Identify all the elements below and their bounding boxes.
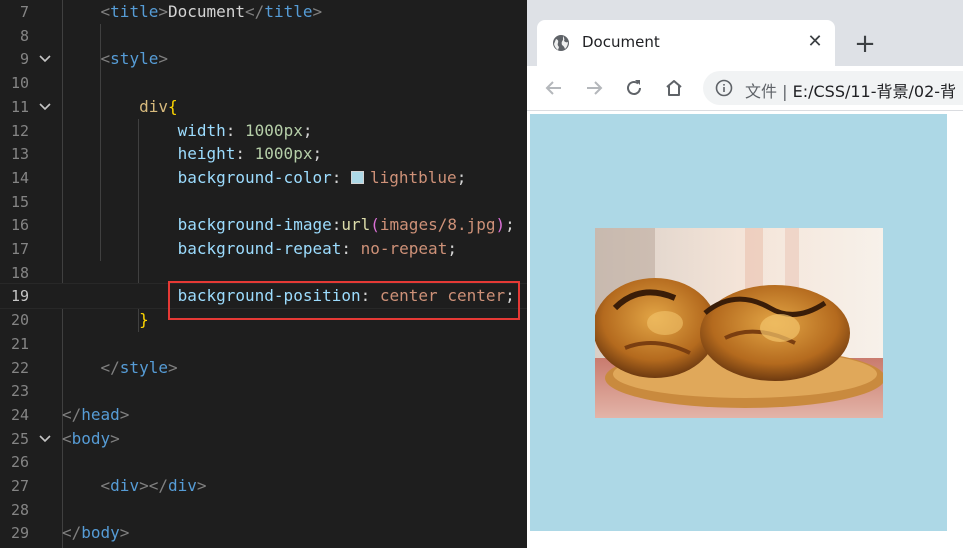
- code-line-17[interactable]: 17 background-repeat: no-repeat;: [0, 237, 527, 261]
- line-number: 18: [10, 263, 29, 282]
- line-number: 19: [10, 287, 29, 306]
- tab-document[interactable]: Document ✕: [537, 20, 835, 66]
- code-line-22[interactable]: 22 </style>: [0, 356, 527, 380]
- line-number: 26: [10, 453, 29, 472]
- code-text[interactable]: div{: [62, 95, 178, 119]
- code-line-27[interactable]: 27 <div></div>: [0, 474, 527, 498]
- line-number: 17: [10, 240, 29, 258]
- line-number: 11: [10, 97, 29, 116]
- code-text[interactable]: <div></div>: [62, 474, 207, 498]
- line-number: 9: [19, 50, 29, 69]
- code-line-23[interactable]: 23: [0, 379, 527, 403]
- line-number: 13: [10, 145, 29, 164]
- code-line-8[interactable]: 8: [0, 24, 527, 48]
- line-number: 28: [10, 500, 29, 519]
- code-text[interactable]: height: 1000px;: [62, 142, 323, 166]
- code-line-16[interactable]: 16 background-image:url(images/8.jpg);: [0, 213, 527, 237]
- code-text[interactable]: </style>: [62, 356, 178, 380]
- line-number: 16: [10, 216, 29, 235]
- line-number: 12: [10, 121, 29, 140]
- code-text[interactable]: <style>: [62, 47, 168, 71]
- reload-icon[interactable]: [622, 76, 646, 100]
- address-bar[interactable]: 文件 | E:/CSS/11-背景/02-背: [703, 71, 963, 105]
- code-line-29[interactable]: 29 </body>: [0, 521, 527, 545]
- code-line-28[interactable]: 28: [0, 498, 527, 522]
- line-number: 14: [10, 168, 29, 187]
- code-line-7[interactable]: 7 <title>Document</title>: [0, 0, 527, 24]
- code-text[interactable]: background-repeat: no-repeat;: [62, 237, 457, 261]
- code-line-9[interactable]: 9 <style>: [0, 47, 527, 71]
- fold-chevron-down-icon[interactable]: [38, 99, 52, 113]
- line-number: 23: [10, 382, 29, 401]
- line-number: 24: [10, 405, 29, 424]
- code-line-24[interactable]: 24 </head>: [0, 403, 527, 427]
- code-text[interactable]: background-image:url(images/8.jpg);: [62, 213, 515, 237]
- code-line-12[interactable]: 12 width: 1000px;: [0, 119, 527, 143]
- url-separator: |: [782, 82, 788, 101]
- line-number: 15: [10, 192, 29, 211]
- code-line-13[interactable]: 13 height: 1000px;: [0, 142, 527, 166]
- code-text[interactable]: }: [62, 308, 149, 332]
- code-text[interactable]: </head>: [62, 403, 129, 427]
- code-text[interactable]: width: 1000px;: [62, 119, 313, 143]
- tab-strip: Document ✕ +: [527, 0, 963, 66]
- code-editor[interactable]: 7 <title>Document</title> 8 9 <style> 10 11 …: [0, 0, 527, 548]
- back-arrow-icon[interactable]: [542, 76, 566, 100]
- code-line-21[interactable]: 21: [0, 332, 527, 356]
- lightblue-div: [530, 114, 947, 531]
- line-number: 29: [10, 524, 29, 543]
- code-text[interactable]: </body>: [62, 521, 129, 545]
- croissant-background-image: [595, 228, 883, 418]
- new-tab-button[interactable]: +: [853, 31, 877, 57]
- line-number: 21: [10, 334, 29, 353]
- close-icon[interactable]: ✕: [805, 32, 825, 52]
- line-number: 27: [10, 477, 29, 495]
- line-number: 8: [19, 26, 29, 45]
- line-number: 10: [10, 74, 29, 93]
- line-number: 7: [19, 3, 29, 21]
- code-text[interactable]: <body>: [62, 427, 120, 451]
- code-line-15[interactable]: 15: [0, 190, 527, 214]
- forward-arrow-icon[interactable]: [582, 76, 606, 100]
- tab-title: Document: [582, 33, 660, 51]
- url-path: E:/CSS/11-背景/02-背: [792, 82, 957, 101]
- browser-toolbar: 文件 | E:/CSS/11-背景/02-背: [527, 66, 963, 111]
- url-scheme: 文件: [745, 82, 778, 101]
- browser-window: Document ✕ + 文件 | E:/CSS/11-背景/02-背: [527, 0, 963, 548]
- page-viewport: [527, 111, 963, 548]
- home-icon[interactable]: [662, 76, 686, 100]
- line-number: 25: [10, 429, 29, 448]
- line-number: 22: [10, 358, 29, 377]
- code-line-10[interactable]: 10: [0, 71, 527, 95]
- info-icon[interactable]: [715, 79, 733, 97]
- code-text[interactable]: background-color: lightblue;: [62, 166, 467, 190]
- url-text[interactable]: 文件 | E:/CSS/11-背景/02-背: [745, 78, 956, 102]
- code-line-26[interactable]: 26: [0, 450, 527, 474]
- fold-chevron-down-icon[interactable]: [38, 51, 52, 65]
- code-line-11[interactable]: 11 div{: [0, 95, 527, 119]
- fold-chevron-down-icon[interactable]: [38, 431, 52, 445]
- code-text[interactable]: <title>Document</title>: [62, 0, 323, 24]
- globe-icon: [553, 35, 569, 51]
- code-line-14[interactable]: 14 background-color: lightblue;: [0, 166, 527, 190]
- code-line-25[interactable]: 25 <body>: [0, 427, 527, 451]
- highlight-annotation: [168, 281, 520, 320]
- line-number: 20: [10, 311, 29, 330]
